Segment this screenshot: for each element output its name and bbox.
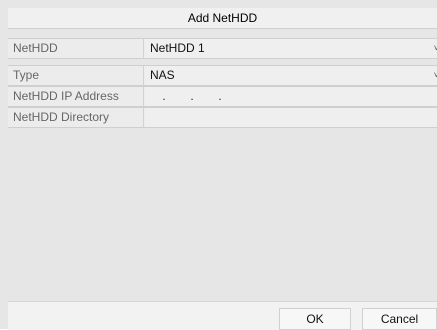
- add-nethdd-dialog: Add NetHDD NetHDD NetHDD 1 ˅ Type NAS ˅ …: [0, 0, 437, 330]
- ip-dot: .: [218, 89, 222, 103]
- ip-dot: .: [162, 89, 166, 103]
- nethdd-label: NetHDD: [8, 39, 144, 58]
- type-select[interactable]: NAS ˅: [145, 66, 437, 85]
- nethdd-select-value: NetHDD 1: [150, 41, 205, 55]
- ip-row: NetHDD IP Address ...: [8, 86, 437, 107]
- type-label: Type: [8, 66, 144, 85]
- nethdd-row: NetHDD NetHDD 1 ˅: [8, 38, 437, 59]
- directory-input[interactable]: [145, 108, 437, 127]
- nethdd-select[interactable]: NetHDD 1 ˅: [145, 39, 437, 58]
- type-select-value: NAS: [150, 68, 175, 82]
- directory-label: NetHDD Directory: [8, 108, 144, 127]
- ip-label: NetHDD IP Address: [8, 87, 144, 106]
- ok-button[interactable]: OK: [279, 308, 351, 330]
- ip-dot: .: [190, 89, 194, 103]
- ip-address-input[interactable]: ...: [145, 87, 437, 106]
- dialog-title: Add NetHDD: [8, 8, 437, 29]
- cancel-button[interactable]: Cancel: [362, 308, 437, 330]
- dialog-footer: OK Cancel: [8, 301, 437, 330]
- directory-row: NetHDD Directory: [8, 107, 437, 128]
- type-row: Type NAS ˅: [8, 65, 437, 86]
